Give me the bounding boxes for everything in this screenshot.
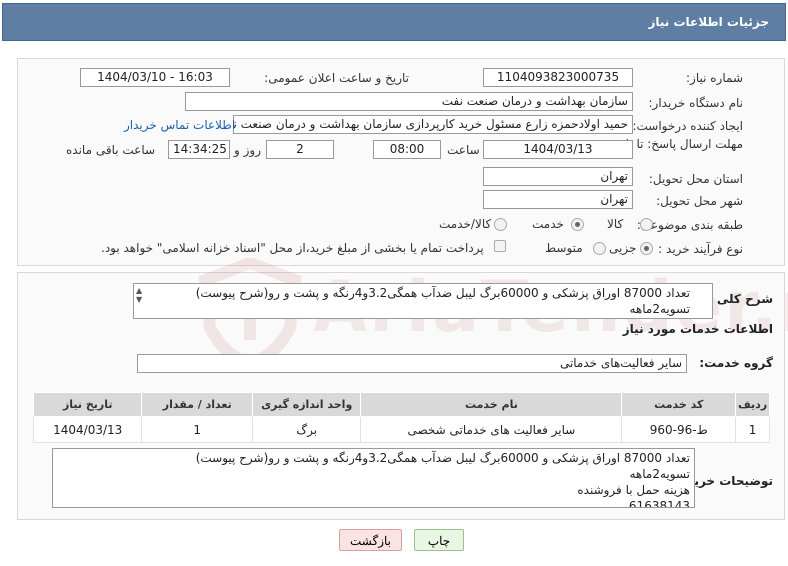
- table-row: 1 ط-96-960 سایر فعالیت های خدماتی شخصی ب…: [32, 416, 770, 443]
- treasury-note: پرداخت تمام یا بخشی از مبلغ خرید،از محل …: [101, 241, 484, 255]
- col-code: کد خدمت: [621, 392, 737, 417]
- days-label: روز و: [234, 143, 261, 157]
- cell-code: ط-96-960: [621, 416, 737, 443]
- process-option-minor: جزیی: [609, 241, 637, 255]
- services-table: ردیف کد خدمت نام خدمت واحد اندازه گیری ت…: [32, 392, 770, 443]
- buyer-contact-link[interactable]: اطلاعات تماس خریدار: [124, 118, 235, 132]
- deadline-time-field: 08:00: [373, 140, 441, 159]
- buyer-org-label: نام دستگاه خریدار:: [648, 96, 744, 110]
- cell-qty: 1: [141, 416, 253, 443]
- category-radio-service[interactable]: [571, 218, 584, 231]
- services-section-title: اطلاعات خدمات مورد نیاز: [622, 322, 773, 336]
- buyer-notes-line-3: هزینه حمل با فروشنده: [577, 483, 690, 497]
- requester-field: حمید اولادحمزه زارع مسئول خرید کارپردازی…: [233, 115, 633, 134]
- service-group-label: گروه خدمت:: [699, 356, 773, 370]
- remaining-time-label: ساعت باقی مانده: [66, 143, 156, 157]
- print-button[interactable]: چاپ: [414, 529, 464, 551]
- back-button[interactable]: بازگشت: [339, 529, 402, 551]
- need-number-label: شماره نیاز:: [686, 71, 743, 85]
- cell-unit: برگ: [251, 416, 362, 443]
- category-option-goods-service: کالا/خدمت: [439, 217, 492, 231]
- textarea-scroll-arrows[interactable]: ▲ ▼: [136, 286, 142, 304]
- deadline-time-label: ساعت: [447, 143, 480, 157]
- col-name: نام خدمت: [360, 392, 623, 417]
- requester-label: ایجاد کننده درخواست:: [632, 119, 743, 133]
- category-option-service: خدمت: [532, 217, 564, 231]
- col-qty: تعداد / مقدار: [141, 392, 253, 417]
- cell-row: 1: [735, 416, 770, 443]
- cell-date: 1404/03/13: [32, 416, 143, 443]
- category-radio-goods-service[interactable]: [494, 218, 507, 231]
- buyer-notes-textarea[interactable]: تعداد 87000 اوراق پزشکی و 60000برگ لیبل …: [52, 448, 695, 508]
- delivery-city-label: شهر محل تحویل:: [656, 194, 743, 208]
- need-info-panel: [17, 58, 785, 266]
- remaining-days-field: 2: [266, 140, 334, 159]
- category-radio-goods[interactable]: [640, 218, 653, 231]
- cell-name: سایر فعالیت های خدماتی شخصی: [360, 416, 623, 443]
- category-option-goods: کالا: [607, 217, 624, 231]
- delivery-city-field: تهران: [483, 190, 633, 209]
- remaining-time-field: 14:34:25: [168, 140, 230, 159]
- process-radio-medium[interactable]: [593, 242, 606, 255]
- buyer-notes-line-4: 61638143: [628, 499, 690, 508]
- page-header: جزئیات اطلاعات نیاز: [2, 3, 786, 41]
- buyer-notes-line-1: تعداد 87000 اوراق پزشکی و 60000برگ لیبل …: [195, 451, 690, 465]
- col-unit: واحد اندازه گیری: [251, 392, 362, 417]
- treasury-checkbox[interactable]: [494, 240, 506, 252]
- service-group-field: سایر فعالیت‌های خدماتی: [137, 354, 687, 373]
- process-option-medium: متوسط: [545, 241, 583, 255]
- deadline-date-field: 1404/03/13: [483, 140, 633, 159]
- buyer-org-field: سازمان بهداشت و درمان صنعت نفت: [185, 92, 633, 111]
- process-type-label: نوع فرآیند خرید :: [658, 242, 743, 256]
- process-radio-minor[interactable]: [640, 242, 653, 255]
- summary-line-1: تعداد 87000 اوراق پزشکی و 60000برگ لیبل …: [195, 286, 690, 300]
- delivery-province-label: استان محل تحویل:: [648, 172, 743, 186]
- table-header-row: ردیف کد خدمت نام خدمت واحد اندازه گیری ت…: [32, 392, 770, 417]
- need-number-field: 1104093823000735: [483, 68, 633, 87]
- announce-datetime-field: 1404/03/10 - 16:03: [80, 68, 230, 87]
- announce-datetime-label: تاریخ و ساعت اعلان عمومی:: [264, 71, 409, 85]
- delivery-province-field: تهران: [483, 167, 633, 186]
- col-row: ردیف: [735, 392, 770, 417]
- summary-textarea[interactable]: تعداد 87000 اوراق پزشکی و 60000برگ لیبل …: [133, 283, 713, 319]
- summary-line-2: تسویه2ماهه: [629, 302, 690, 316]
- buyer-notes-line-2: تسویه2ماهه: [629, 467, 690, 481]
- page-title: جزئیات اطلاعات نیاز: [648, 15, 769, 29]
- col-date: تاریخ نیاز: [32, 392, 143, 417]
